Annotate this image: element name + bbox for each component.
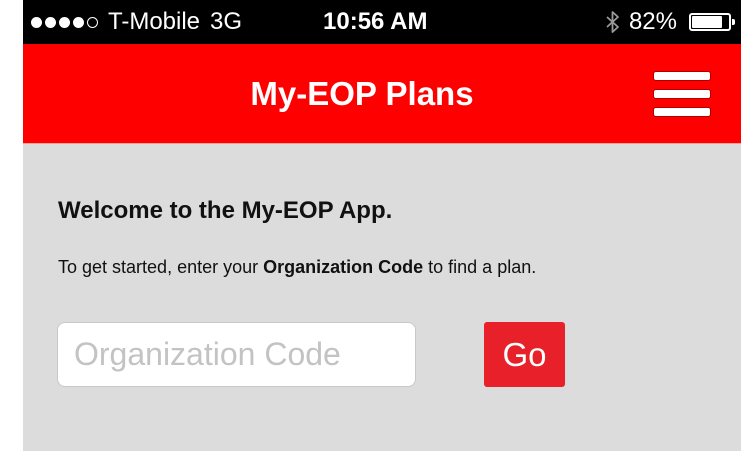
app-screen: T-Mobile 3G 10:56 AM 82% My-EOP Plans We… [23, 0, 741, 451]
welcome-heading: Welcome to the My-EOP App. [58, 197, 393, 224]
signal-dot [45, 16, 56, 28]
battery-nub [732, 19, 735, 25]
signal-strength-icon [31, 16, 98, 28]
battery-fill [692, 16, 722, 28]
page-title: My-EOP Plans [250, 74, 474, 112]
app-header: My-EOP Plans [23, 44, 741, 144]
status-time: 10:56 AM [323, 8, 428, 35]
instructions-bold: Organization Code [263, 257, 424, 277]
signal-dot [87, 16, 98, 28]
status-bar: T-Mobile 3G 10:56 AM 82% [23, 0, 741, 44]
go-button[interactable]: Go [484, 322, 565, 387]
battery-icon [689, 13, 735, 31]
signal-dot [31, 16, 42, 28]
menu-bar-bottom [653, 107, 711, 117]
signal-dot [73, 16, 84, 28]
battery-percent: 82% [628, 8, 677, 35]
status-bar-right: 82% [605, 0, 735, 44]
network-type: 3G [210, 8, 243, 35]
menu-bar-middle [653, 89, 711, 99]
organization-code-input[interactable] [57, 322, 416, 387]
hamburger-menu-icon[interactable] [653, 71, 711, 119]
bluetooth-icon [606, 11, 619, 33]
instructions-suffix: to find a plan. [423, 257, 537, 277]
menu-bar-top [653, 71, 711, 81]
instructions-text: To get started, enter your Organization … [58, 257, 536, 278]
status-bar-left: T-Mobile 3G [31, 0, 242, 44]
carrier-name: T-Mobile [108, 8, 201, 35]
signal-dot [59, 16, 70, 28]
instructions-prefix: To get started, enter your [58, 257, 264, 277]
